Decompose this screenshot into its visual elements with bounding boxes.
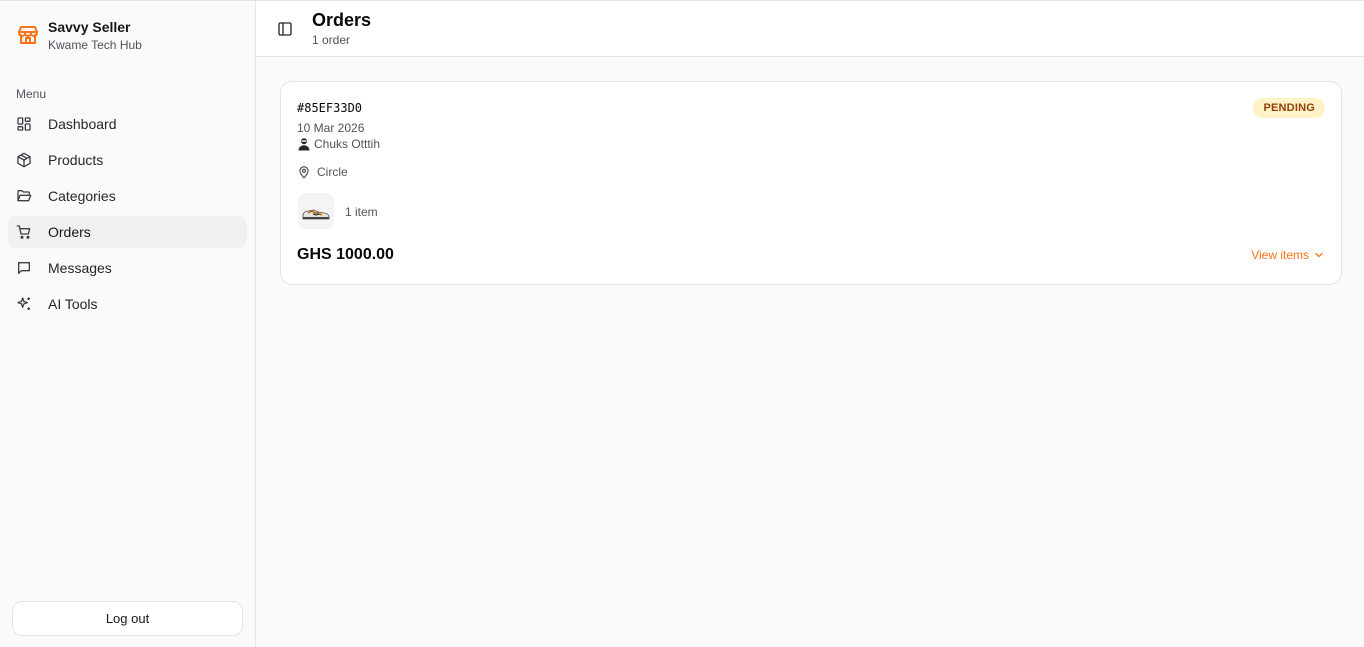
store-name: Kwame Tech Hub xyxy=(48,38,142,52)
sidebar-nav: Dashboard Products Categories Orders Mes… xyxy=(8,108,247,324)
sneaker-image xyxy=(302,209,330,220)
sidebar-item-label: Categories xyxy=(48,188,116,204)
sidebar-item-products[interactable]: Products xyxy=(8,144,247,176)
order-total: GHS 1000.00 xyxy=(297,246,394,263)
dashboard-icon xyxy=(17,117,31,131)
sidebar: Savvy Seller Kwame Tech Hub Menu Dashboa… xyxy=(0,0,256,647)
user-icon xyxy=(298,138,310,151)
customer-name: Chuks Otttih xyxy=(314,137,381,151)
view-items-button[interactable]: View items xyxy=(1251,248,1325,262)
message-icon xyxy=(18,262,30,274)
customer: Chuks Otttih xyxy=(297,137,380,151)
sidebar-toggle-icon[interactable] xyxy=(277,21,293,37)
order-card: #85EF33D0 10 Mar 2026 Chuks Otttih Circl… xyxy=(280,81,1342,285)
sidebar-item-label: Dashboard xyxy=(48,116,117,132)
cart-icon xyxy=(16,225,31,239)
map-pin-icon xyxy=(299,166,309,179)
sidebar-item-dashboard[interactable]: Dashboard xyxy=(8,108,247,140)
delivery-location: Circle xyxy=(297,165,348,179)
topbar: Orders 1 order xyxy=(256,0,1364,57)
sidebar-item-categories[interactable]: Categories xyxy=(8,180,247,212)
sidebar-item-ai-tools[interactable]: AI Tools xyxy=(8,288,247,320)
logout-button[interactable]: Log out xyxy=(12,601,243,636)
view-items-label: View items xyxy=(1251,248,1309,262)
sparkles-icon xyxy=(17,297,30,310)
sidebar-item-label: Products xyxy=(48,152,104,168)
chevron-down-icon xyxy=(1315,252,1323,258)
status-badge: PENDING xyxy=(1253,98,1325,118)
sidebar-item-orders[interactable]: Orders xyxy=(8,216,247,248)
order-count: 1 order xyxy=(312,33,351,47)
item-count: 1 item xyxy=(345,205,378,219)
store-icon xyxy=(18,26,38,44)
sidebar-item-label: AI Tools xyxy=(48,296,98,312)
order-id: #85EF33D0 xyxy=(297,101,363,115)
sidebar-item-messages[interactable]: Messages xyxy=(8,252,247,284)
menu-label: Menu xyxy=(16,87,47,101)
sidebar-item-label: Orders xyxy=(48,224,91,240)
folder-icon xyxy=(17,190,32,202)
order-date: 10 Mar 2026 xyxy=(297,121,365,135)
package-icon xyxy=(17,152,31,168)
brand-name: Savvy Seller xyxy=(48,19,131,35)
location-label: Circle xyxy=(317,165,348,179)
product-thumbnail xyxy=(298,193,334,229)
sidebar-item-label: Messages xyxy=(48,260,112,276)
brand: Savvy Seller Kwame Tech Hub xyxy=(16,19,142,54)
page-title: Orders xyxy=(312,10,372,30)
